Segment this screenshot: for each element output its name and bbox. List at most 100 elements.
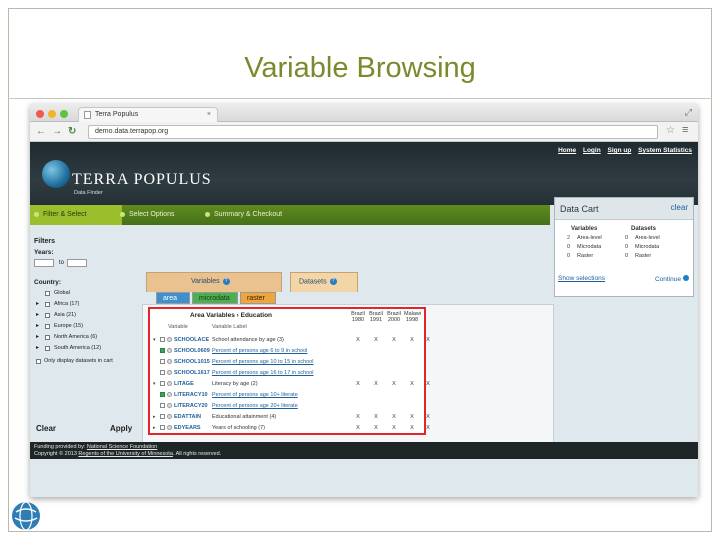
table-row[interactable]: SCHOOL0609 Percent of persons age 6 to 9 … [150, 346, 424, 356]
country-item-africa[interactable]: ▸ Africa (17) [34, 299, 139, 310]
clear-button[interactable]: Clear [36, 424, 56, 433]
cart-clear-button[interactable]: clear [671, 203, 688, 212]
variable-name[interactable]: EDATTAIN [174, 414, 201, 420]
step-filter-select[interactable]: Filter & Select [34, 211, 87, 218]
home-link[interactable]: Home [558, 147, 576, 154]
table-row[interactable]: LITERACY20 Percent of persons age 20+ lit… [150, 401, 424, 411]
expand-arrow-icon[interactable]: ▸ [36, 332, 39, 343]
step-select-options[interactable]: Select Options [120, 211, 175, 218]
checkbox-icon[interactable] [160, 359, 165, 364]
variable-name[interactable]: LITERACY20 [174, 403, 208, 409]
subtab-area[interactable]: area [156, 292, 190, 304]
expand-arrow-icon[interactable]: ▸ [36, 310, 39, 321]
table-row[interactable]: SCHOOL1617 Percent of persons age 16 to 1… [150, 368, 424, 378]
expand-arrow-icon[interactable]: ▸ [36, 299, 39, 310]
show-selections-link[interactable]: Show selections [558, 275, 605, 282]
add-to-cart-icon[interactable] [167, 392, 172, 397]
apply-button[interactable]: Apply [110, 424, 132, 433]
add-to-cart-icon[interactable] [167, 403, 172, 408]
country-item-europe[interactable]: ▸ Europe (15) [34, 321, 139, 332]
checked-checkbox-icon[interactable] [160, 392, 165, 397]
checkbox-icon[interactable] [160, 337, 165, 342]
checkbox-icon[interactable] [45, 302, 50, 307]
funder-link[interactable]: National Science Foundation [87, 444, 157, 450]
variable-name[interactable]: EDYEARS [174, 425, 201, 431]
checkbox-icon[interactable] [45, 335, 50, 340]
continue-button[interactable]: Continue [655, 275, 689, 283]
add-to-cart-icon[interactable] [167, 370, 172, 375]
table-row[interactable]: ▾ LITAGE Literacy by age (2) X X X X X [150, 379, 430, 389]
checked-checkbox-icon[interactable] [160, 348, 165, 353]
checkbox-icon[interactable] [160, 381, 165, 386]
checkbox-icon[interactable] [45, 291, 50, 296]
signup-link[interactable]: Sign up [608, 147, 632, 154]
variable-label[interactable]: Percent of persons age 10 to 15 in schoo… [212, 359, 314, 365]
tab-datasets[interactable]: Datasets? [290, 272, 358, 292]
variable-name[interactable]: SCHOOLACE [174, 337, 209, 343]
country-item-asia[interactable]: ▸ Asia (21) [34, 310, 139, 321]
regents-link[interactable]: Regents of the University of Minnesota [78, 451, 172, 457]
variable-label[interactable]: Percent of persons age 16 to 17 in schoo… [212, 370, 314, 376]
menu-icon[interactable]: ≡ [682, 124, 688, 136]
checkbox-icon[interactable] [160, 370, 165, 375]
checkbox-icon[interactable] [160, 425, 165, 430]
variable-name[interactable]: SCHOOL0609 [174, 348, 210, 354]
variable-label[interactable]: Percent of persons age 20+ literate [212, 403, 298, 409]
system-statistics-link[interactable]: System Statistics [638, 147, 692, 154]
checkbox-icon[interactable] [45, 324, 50, 329]
country-item-global[interactable]: Global [34, 288, 139, 299]
url-input[interactable]: demo.data.terrapop.org [88, 125, 658, 139]
variable-name[interactable]: LITAGE [174, 381, 194, 387]
add-to-cart-icon[interactable] [167, 414, 172, 419]
country-item-south-america[interactable]: ▸ South America (12) [34, 343, 139, 354]
table-row[interactable]: LITERACY10 Percent of persons age 10+ lit… [150, 390, 424, 400]
fullscreen-icon[interactable]: ⤢ [685, 107, 692, 118]
expand-arrow-icon[interactable]: ▸ [36, 343, 39, 354]
add-to-cart-icon[interactable] [167, 425, 172, 430]
table-row[interactable]: ▸ EDYEARS Years of schooling (7) X X X X X [150, 423, 430, 433]
variable-name[interactable]: SCHOOL1015 [174, 359, 210, 365]
table-row[interactable]: ▸ EDATTAIN Educational attainment (4) X X X X X [150, 412, 430, 422]
year-from-input[interactable] [34, 259, 54, 267]
close-window-button[interactable] [36, 110, 44, 118]
variable-label[interactable]: Percent of persons age 6 to 9 in school [212, 348, 307, 354]
back-arrow-icon[interactable]: ← [36, 126, 46, 137]
expand-arrow-icon[interactable]: ▾ [153, 337, 156, 343]
variable-name[interactable]: SCHOOL1617 [174, 370, 210, 376]
checkbox-icon[interactable] [160, 414, 165, 419]
table-row[interactable]: ▾ SCHOOLACE School attendance by age (3) X X… [150, 335, 430, 345]
forward-arrow-icon[interactable]: → [52, 126, 62, 137]
checkbox-icon[interactable] [160, 403, 165, 408]
zoom-window-button[interactable] [60, 110, 68, 118]
tab-close-icon[interactable]: × [207, 111, 211, 118]
expand-arrow-icon[interactable]: ▸ [36, 321, 39, 332]
star-icon[interactable]: ☆ [666, 125, 675, 136]
browser-tab[interactable]: Terra Populus × [78, 107, 218, 122]
add-to-cart-icon[interactable] [167, 381, 172, 386]
add-to-cart-icon[interactable] [167, 359, 172, 364]
add-to-cart-icon[interactable] [167, 337, 172, 342]
country-item-north-america[interactable]: ▸ North America (6) [34, 332, 139, 343]
variable-label[interactable]: Percent of persons age 10+ literate [212, 392, 298, 398]
expand-arrow-icon[interactable]: ▾ [153, 381, 156, 387]
subtab-microdata[interactable]: microdata [192, 292, 238, 304]
help-icon[interactable]: ? [222, 278, 230, 285]
expand-arrow-icon[interactable]: ▸ [153, 425, 156, 431]
tab-variables[interactable]: Variables? [146, 272, 282, 292]
subtab-raster[interactable]: raster [240, 292, 276, 304]
year-to-input[interactable] [67, 259, 87, 267]
breadcrumb-area-variables[interactable]: Area Variables [190, 312, 235, 319]
reload-icon[interactable]: ↻ [68, 126, 76, 137]
step-summary-checkout[interactable]: Summary & Checkout [205, 211, 282, 218]
checkbox-icon[interactable] [36, 359, 41, 364]
add-to-cart-icon[interactable] [167, 348, 172, 353]
table-row[interactable]: SCHOOL1015 Percent of persons age 10 to 1… [150, 357, 424, 367]
variable-name[interactable]: LITERACY10 [174, 392, 208, 398]
login-link[interactable]: Login [583, 147, 601, 154]
minimize-window-button[interactable] [48, 110, 56, 118]
only-display-in-cart-option[interactable]: Only display datasets in cart [34, 358, 139, 364]
checkbox-icon[interactable] [45, 313, 50, 318]
expand-arrow-icon[interactable]: ▸ [153, 414, 156, 420]
checkbox-icon[interactable] [45, 346, 50, 351]
help-icon[interactable]: ? [329, 278, 337, 285]
